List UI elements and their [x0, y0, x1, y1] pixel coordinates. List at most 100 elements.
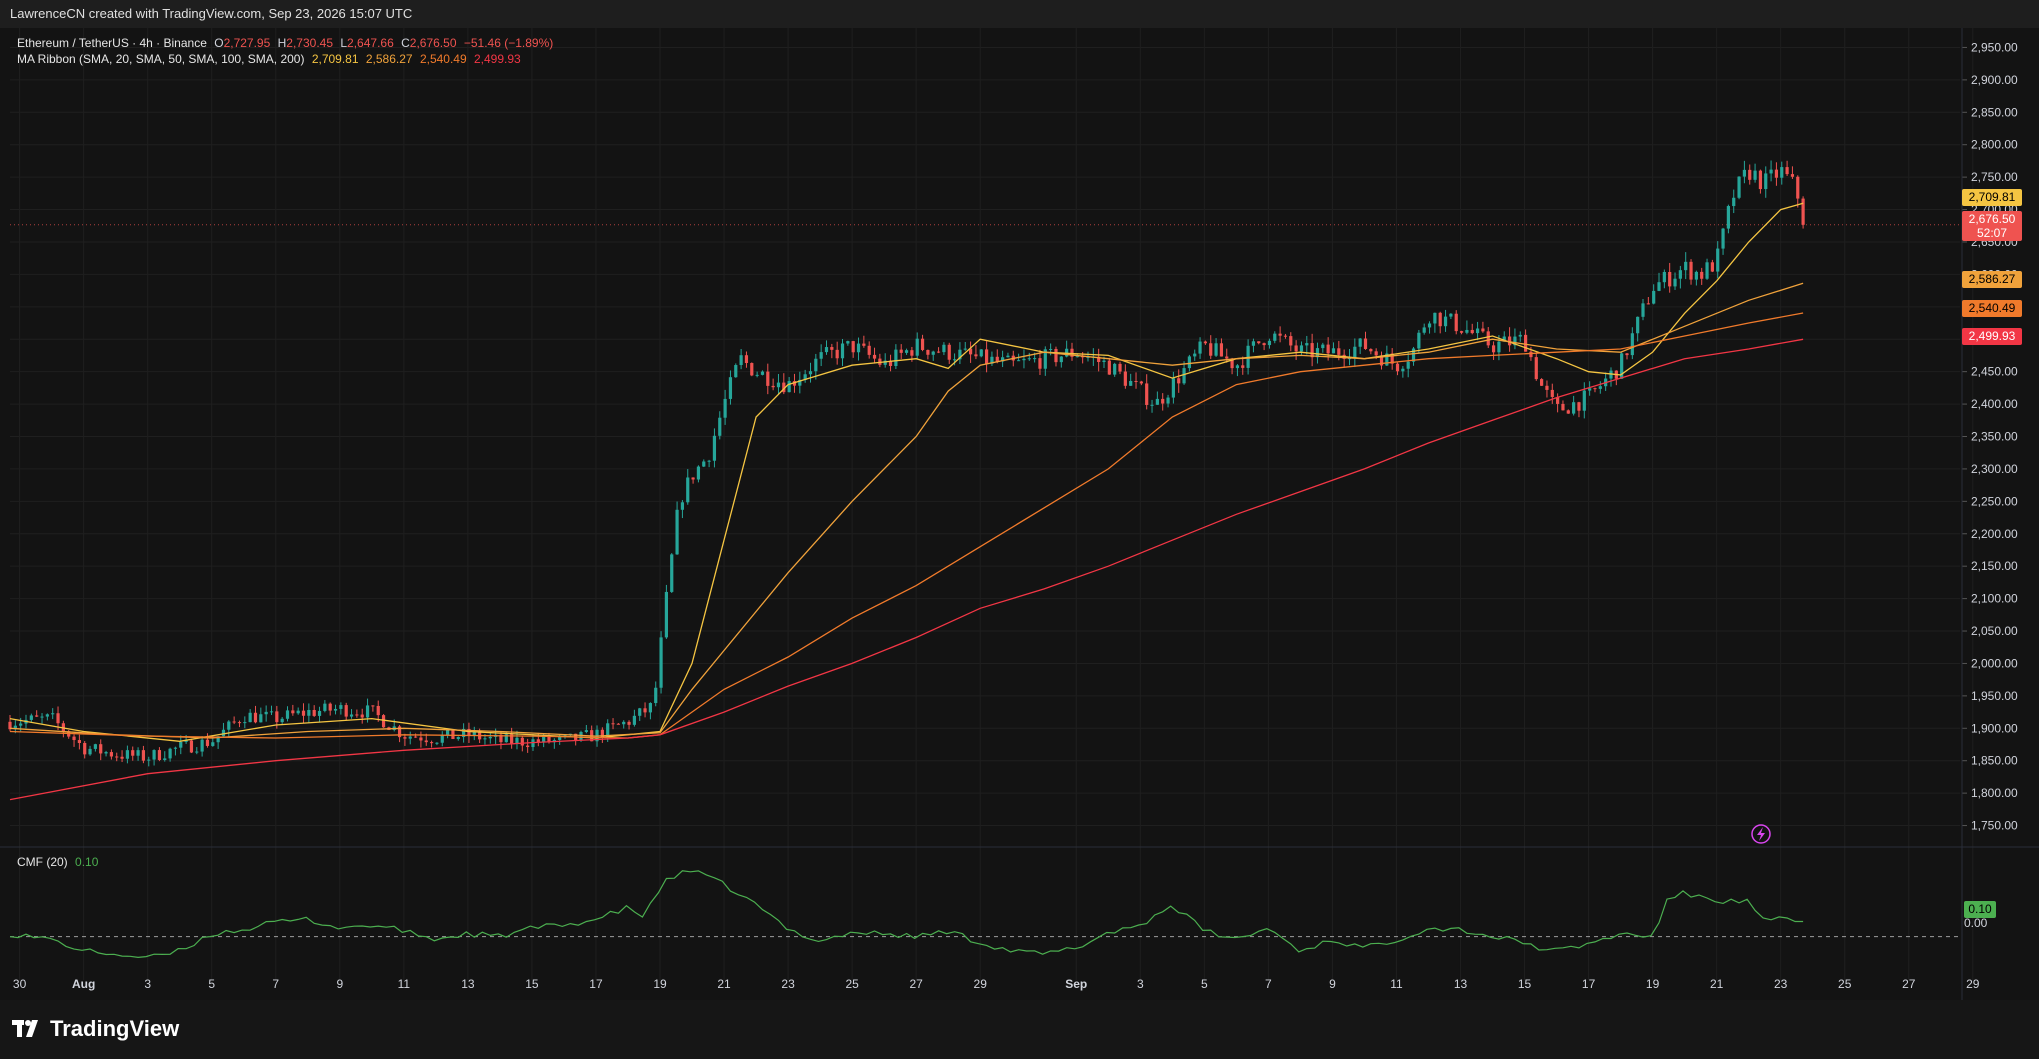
candle-body — [1006, 355, 1010, 358]
candle-body — [750, 363, 754, 376]
candle-body — [109, 752, 113, 757]
x-tick-label: 25 — [1838, 977, 1852, 991]
candle-body — [232, 721, 236, 723]
candle-body — [1774, 169, 1779, 178]
bar-countdown: 52:07 — [1976, 226, 2008, 240]
symbol-name[interactable]: Ethereum / TetherUS · 4h · Binance — [17, 36, 207, 50]
y-tick-label: 1,750.00 — [1971, 819, 2018, 833]
candle-body — [1577, 402, 1581, 411]
y-tick-label: 1,850.00 — [1971, 754, 2018, 768]
tradingview-logo[interactable]: TradingView — [12, 1016, 179, 1042]
candle-body — [1406, 361, 1410, 369]
candle-body — [1251, 341, 1256, 346]
candle-body — [1443, 316, 1448, 327]
candle-body — [1625, 353, 1629, 356]
candle-body — [264, 711, 268, 715]
x-tick-label: 3 — [1137, 977, 1144, 991]
candle-body — [910, 350, 914, 356]
candle-body — [1203, 341, 1208, 344]
candle-body — [1518, 334, 1522, 337]
candle-body — [643, 708, 647, 713]
bullish-candle — [1737, 176, 1741, 200]
price-chart[interactable]: 1,750.00 1,800.00 1,850.00 1,900.00 1,950.00… — [0, 28, 2039, 1000]
y-tick-label: 2,250.00 — [1971, 494, 2018, 508]
bearish-candle — [750, 362, 754, 377]
x-tick-label: 21 — [1710, 977, 1724, 991]
cmf-legend[interactable]: CMF (20) 0.10 — [17, 854, 102, 870]
candle-body — [419, 737, 423, 741]
ma20-value: 2,709.81 — [311, 52, 359, 66]
cmf-value: 0.10 — [75, 855, 99, 869]
candle-body — [894, 349, 898, 366]
candle-body — [429, 742, 434, 744]
candle-body — [1049, 348, 1053, 350]
candle-body — [403, 737, 407, 739]
candle-body — [675, 509, 679, 555]
candle-body — [680, 502, 685, 510]
candle-body — [157, 750, 162, 761]
last-price-label: 2,676.50 52:07 — [1962, 211, 2022, 241]
candle-body — [659, 637, 663, 688]
last-price-value: 2,676.50 — [1968, 212, 2016, 226]
candle-body — [1566, 410, 1570, 414]
candle-body — [1758, 170, 1763, 190]
candle-body — [83, 743, 87, 755]
candle-body — [1796, 176, 1800, 199]
candle-body — [104, 752, 108, 754]
candle-body — [1262, 343, 1266, 346]
candle-body — [1193, 353, 1197, 357]
high-label: H — [277, 36, 287, 50]
candle-body — [654, 687, 658, 704]
candle-body — [1465, 329, 1469, 333]
candle-body — [963, 348, 967, 350]
candle-body — [1641, 303, 1645, 317]
candle-body — [1033, 358, 1037, 360]
y-tick-label: 2,350.00 — [1971, 430, 2018, 444]
candle-body — [627, 721, 631, 725]
candle-body — [211, 742, 215, 746]
candle-body — [1417, 332, 1421, 349]
candle-body — [1059, 356, 1063, 363]
x-tick-label: 29 — [1966, 977, 1980, 991]
candle-body — [686, 477, 690, 503]
candle-body — [40, 716, 44, 718]
candle-body — [72, 736, 76, 741]
x-tick-label: 27 — [1902, 977, 1916, 991]
candle-body — [1481, 328, 1485, 332]
candle-body — [1540, 379, 1544, 386]
candle-body — [333, 708, 338, 711]
x-tick-label: 11 — [398, 977, 411, 991]
candle-body — [723, 398, 727, 418]
ma-ribbon-legend[interactable]: MA Ribbon (SMA, 20, SMA, 50, SMA, 100, S… — [17, 51, 525, 67]
candle-body — [1305, 343, 1309, 346]
brand-name: TradingView — [50, 1016, 180, 1041]
candle-body — [611, 723, 615, 725]
candle-body — [1716, 248, 1720, 272]
candle-body — [1700, 271, 1704, 279]
candle-body — [1662, 271, 1666, 283]
bullish-candle — [670, 553, 674, 593]
tradingview-logo-icon — [12, 1020, 38, 1037]
candle-body — [1801, 198, 1805, 225]
candle-body — [712, 435, 717, 461]
x-tick-label: 23 — [1774, 977, 1788, 991]
candle-body — [1785, 167, 1789, 175]
candle-body — [1470, 329, 1474, 334]
candle-body — [1636, 316, 1640, 334]
candle-body — [920, 338, 925, 350]
candle-body — [483, 738, 487, 740]
cmf-zero-label: 0.00 — [1964, 916, 1988, 930]
footer-bar — [0, 1000, 2039, 1059]
candle-body — [275, 711, 279, 723]
candle-body — [1171, 378, 1175, 398]
candle-body — [120, 756, 124, 759]
candle-body — [1732, 197, 1736, 207]
y-tick-label: 2,100.00 — [1971, 592, 2018, 606]
candle-body — [579, 731, 583, 741]
candle-body — [1395, 363, 1400, 372]
candle-body — [328, 703, 332, 711]
x-tick-label: 7 — [272, 977, 279, 991]
candle-body — [1790, 174, 1795, 177]
x-tick-label: 7 — [1265, 977, 1272, 991]
bullish-candle — [734, 363, 738, 378]
